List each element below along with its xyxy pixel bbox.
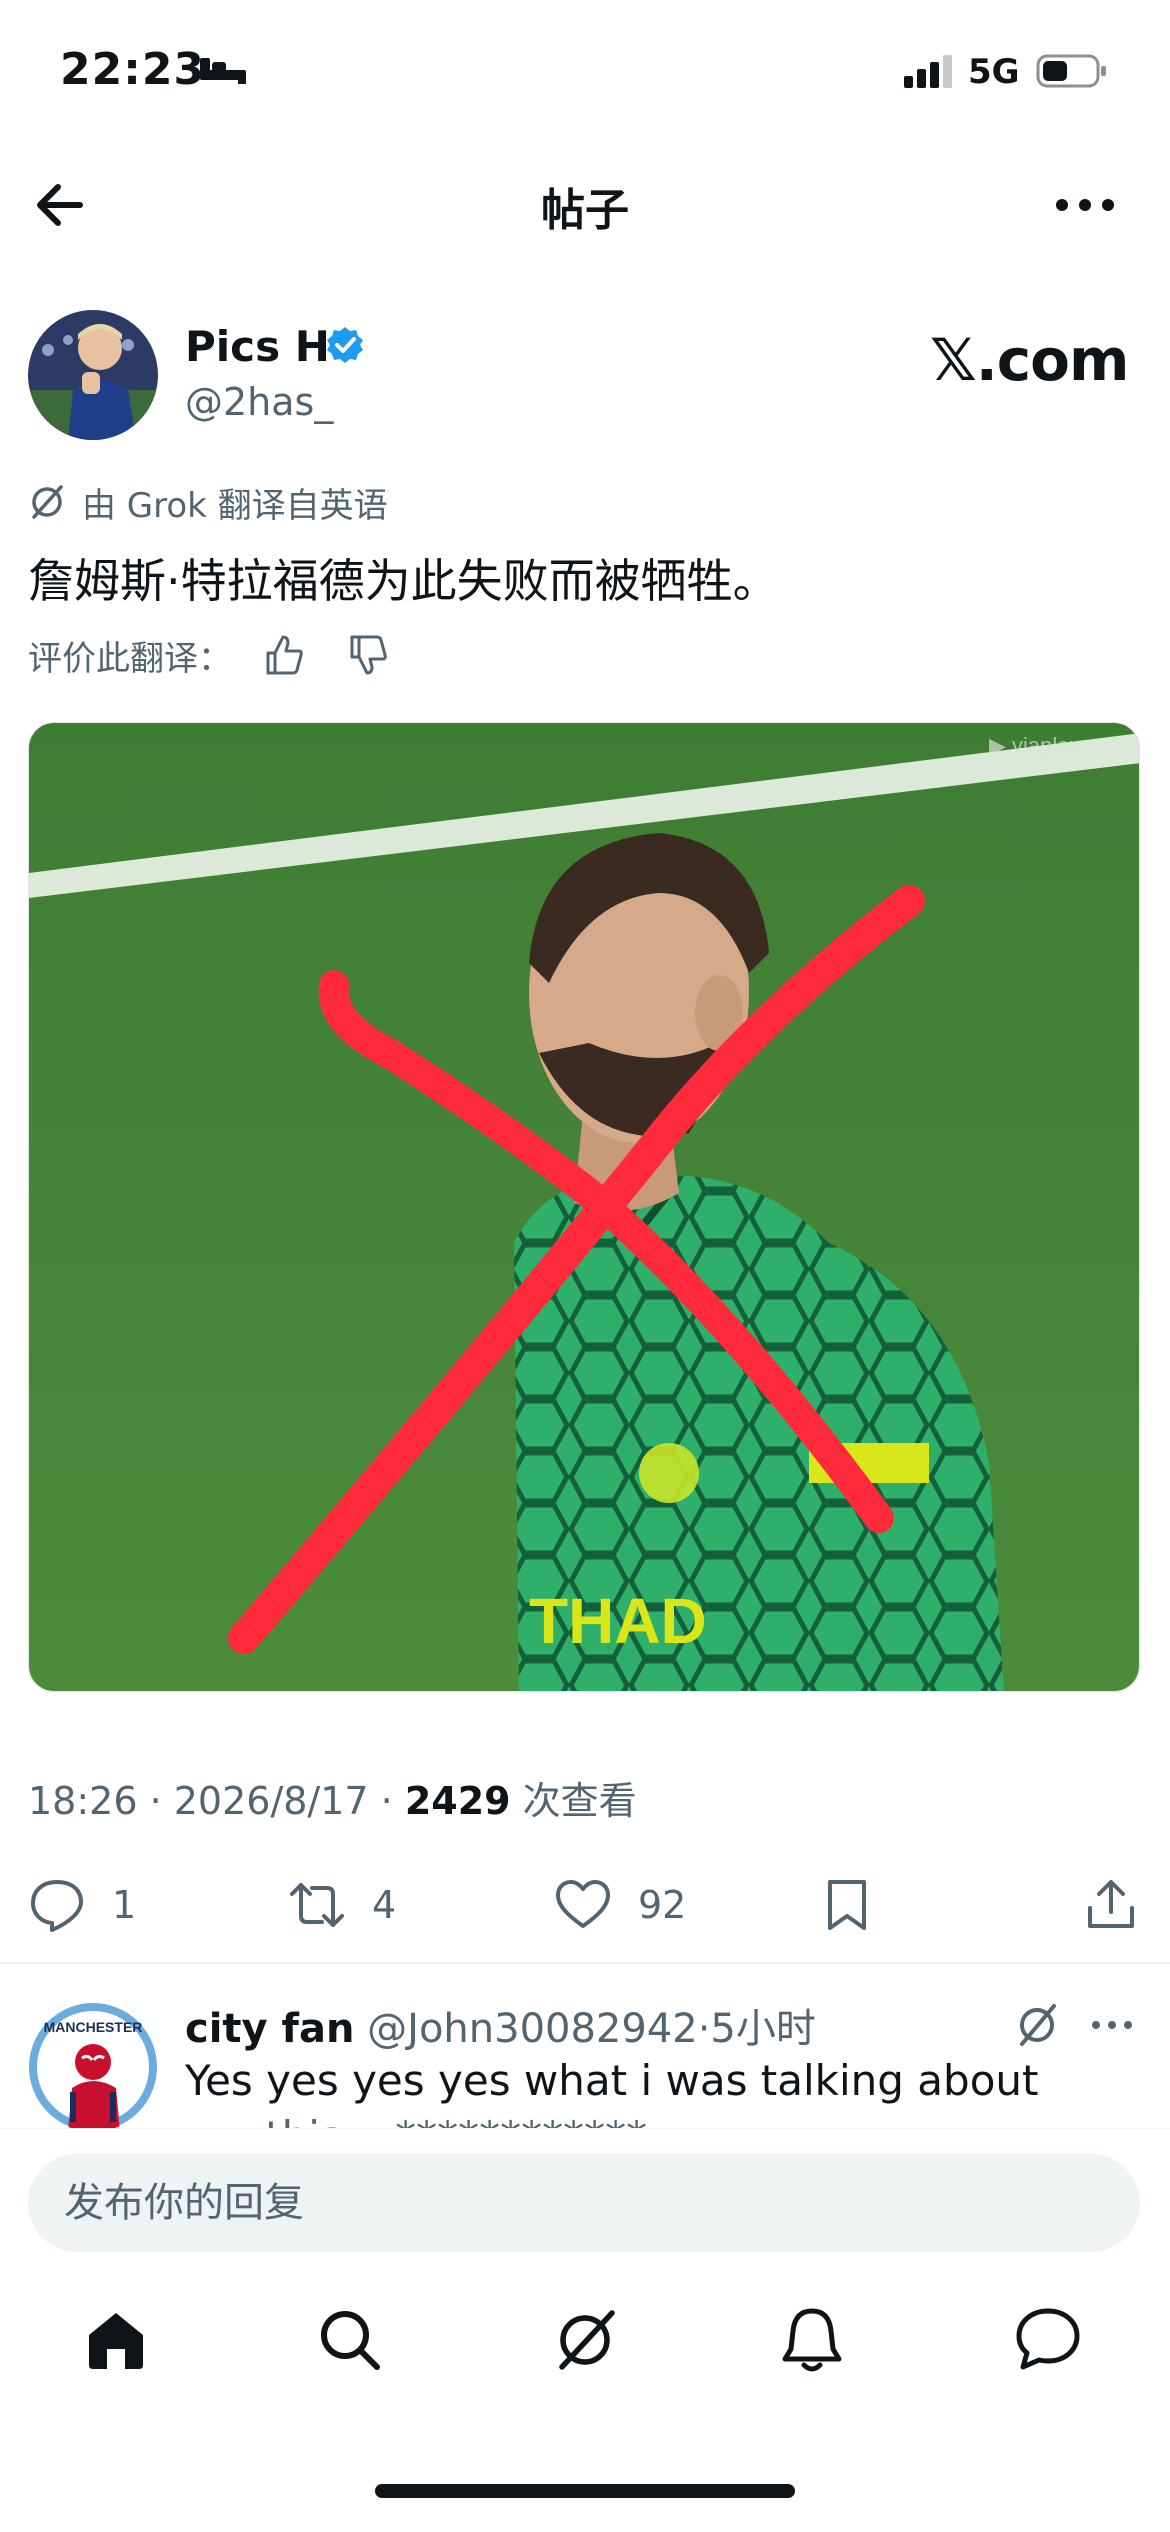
post-text: 詹姆斯·特拉福德为此失败而被牺牲。 — [28, 554, 779, 608]
rate-translation-label: 评价此翻译： — [28, 638, 232, 679]
views-count: 2429 — [404, 1779, 511, 1823]
reply-input[interactable] — [28, 2154, 1140, 2252]
svg-text:▶ viaplay: ▶ viaplay — [989, 733, 1081, 758]
bookmark-icon — [828, 1880, 866, 1930]
reply-count: 1 — [112, 1883, 137, 1927]
reply-avatar[interactable]: MANCHESTER — [28, 2002, 158, 2132]
svg-text:ТHAD: ТHAD — [529, 1585, 707, 1657]
thumb-down-icon[interactable] — [346, 633, 390, 677]
bookmark-button[interactable] — [818, 1860, 876, 1950]
tab-grok[interactable] — [545, 2300, 625, 2380]
home-indicator[interactable] — [375, 2484, 795, 2498]
heart-icon — [556, 1880, 610, 1928]
search-icon — [321, 2311, 380, 2370]
reply-header: city fan @John30082942·5小时 — [185, 1996, 816, 2054]
bed-icon — [200, 58, 246, 84]
grok-icon — [32, 485, 63, 519]
tab-home[interactable] — [76, 2300, 156, 2380]
translation-note: 由 Grok 翻译自英语 — [28, 480, 388, 526]
author-name[interactable]: Pics H — [185, 322, 330, 371]
rate-translation-row: 评价此翻译： — [28, 630, 390, 680]
share-button[interactable] — [1082, 1860, 1140, 1950]
svg-text:MANCHESTER: MANCHESTER — [44, 2019, 143, 2035]
reply-time: ·5小时 — [697, 2006, 816, 2052]
more-icon[interactable] — [1050, 180, 1120, 230]
author-handle[interactable]: @2has_ — [185, 380, 333, 424]
network-label: 5G — [968, 52, 1020, 92]
like-count: 92 — [638, 1883, 687, 1927]
divider — [0, 1962, 1170, 1964]
grok-icon — [559, 2310, 615, 2370]
notifications-icon — [782, 2308, 842, 2372]
repost-icon — [290, 1883, 344, 1927]
reply-button[interactable]: 1 — [28, 1860, 136, 1950]
status-time: 22:23 — [60, 44, 206, 95]
nav-header: 帖子 — [0, 150, 1170, 260]
reply-author-handle[interactable]: @John30082942 — [367, 2006, 698, 2052]
like-button[interactable]: 92 — [554, 1860, 686, 1950]
repost-count: 4 — [372, 1883, 397, 1927]
tab-search[interactable] — [310, 2300, 390, 2380]
author-avatar[interactable] — [28, 310, 158, 440]
status-bar: 22:23 5G — [0, 0, 1170, 150]
post-action-bar: 1 4 92 — [0, 1860, 1170, 1950]
translation-note-text: 由 Grok 翻译自英语 — [82, 485, 388, 526]
tab-notifications[interactable] — [772, 2300, 852, 2380]
thumb-up-icon[interactable] — [262, 633, 306, 677]
messages-icon — [1016, 2308, 1080, 2370]
signal-icon — [904, 55, 952, 88]
source-label: 𝕏.com — [930, 326, 1129, 394]
more-icon[interactable] — [1090, 2010, 1134, 2040]
post-image[interactable]: ▶ viaplay ТHAD — [28, 722, 1140, 1692]
verified-badge-icon — [327, 327, 363, 363]
repost-button[interactable]: 4 — [288, 1860, 396, 1950]
home-icon — [89, 2313, 143, 2369]
reply-author-name[interactable]: city fan — [185, 2006, 354, 2052]
tab-messages[interactable] — [1008, 2300, 1088, 2380]
reply-icon — [31, 1880, 83, 1932]
page-title: 帖子 — [541, 185, 629, 236]
reply-text: Yes yes yes yes what i was talking about — [185, 2056, 1039, 2105]
battery-icon — [1036, 54, 1106, 88]
post-meta: 18:26 · 2026/8/17 · 2429 次查看 — [28, 1770, 637, 1825]
share-icon — [1088, 1880, 1134, 1928]
tab-bar — [0, 2280, 1170, 2430]
views-label: 次查看 — [510, 1779, 637, 1823]
post-timestamp: 18:26 · 2026/8/17 · — [28, 1779, 405, 1823]
grok-icon[interactable] — [1012, 2000, 1062, 2050]
